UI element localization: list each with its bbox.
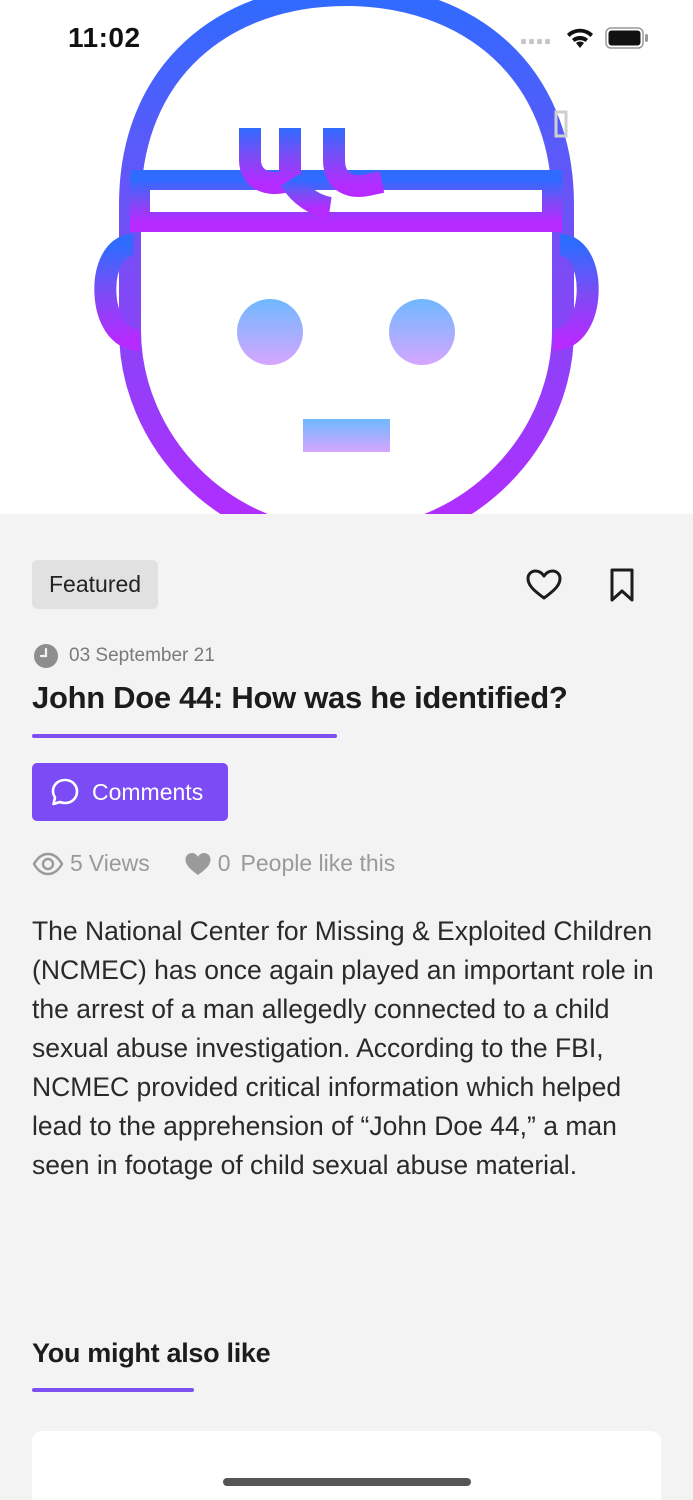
views-count: 5 [70,850,83,876]
status-time: 11:02 [68,22,141,53]
related-section-title: You might also like [32,1338,271,1368]
views-stat: 5 Views [32,850,150,877]
clock-icon [34,644,58,668]
related-article-card[interactable] [32,1431,661,1500]
hero-image: 11:02 [0,0,693,514]
publish-date: 03 September 21 [69,645,215,666]
heart-filled-icon [185,852,211,875]
comments-button[interactable]: Comments [32,763,228,821]
signal-icon [521,39,550,44]
article-body: The National Center for Missing & Exploi… [32,916,654,1180]
likes-label: People like this [240,850,396,876]
status-icons [521,26,649,50]
article-stats: 5 Views 0 People like this [32,850,395,877]
eye-icon [32,852,64,875]
chat-bubble-icon [51,778,79,806]
featured-badge: Featured [32,560,159,609]
date-row: 03 September 21 [33,643,215,669]
comments-label: Comments [92,778,204,805]
battery-icon [605,27,648,49]
related-section-underline [32,1388,194,1392]
article-title: John Doe 44: How was he identified? [32,680,568,715]
home-indicator[interactable] [223,1478,471,1486]
bookmark-icon [610,568,634,602]
title-underline [32,734,337,738]
bookmark-button[interactable] [603,566,641,604]
wifi-icon [567,28,593,48]
likes-stat: 0 People like this [184,850,396,877]
views-label: Views [88,850,150,876]
heart-outline-icon [526,569,562,600]
likes-count: 0 [217,850,231,876]
status-bar: 11:02 [0,0,693,80]
article-content: Featured 03 September 21 John Doe 44: Ho… [0,514,693,1500]
like-button[interactable] [525,566,563,604]
